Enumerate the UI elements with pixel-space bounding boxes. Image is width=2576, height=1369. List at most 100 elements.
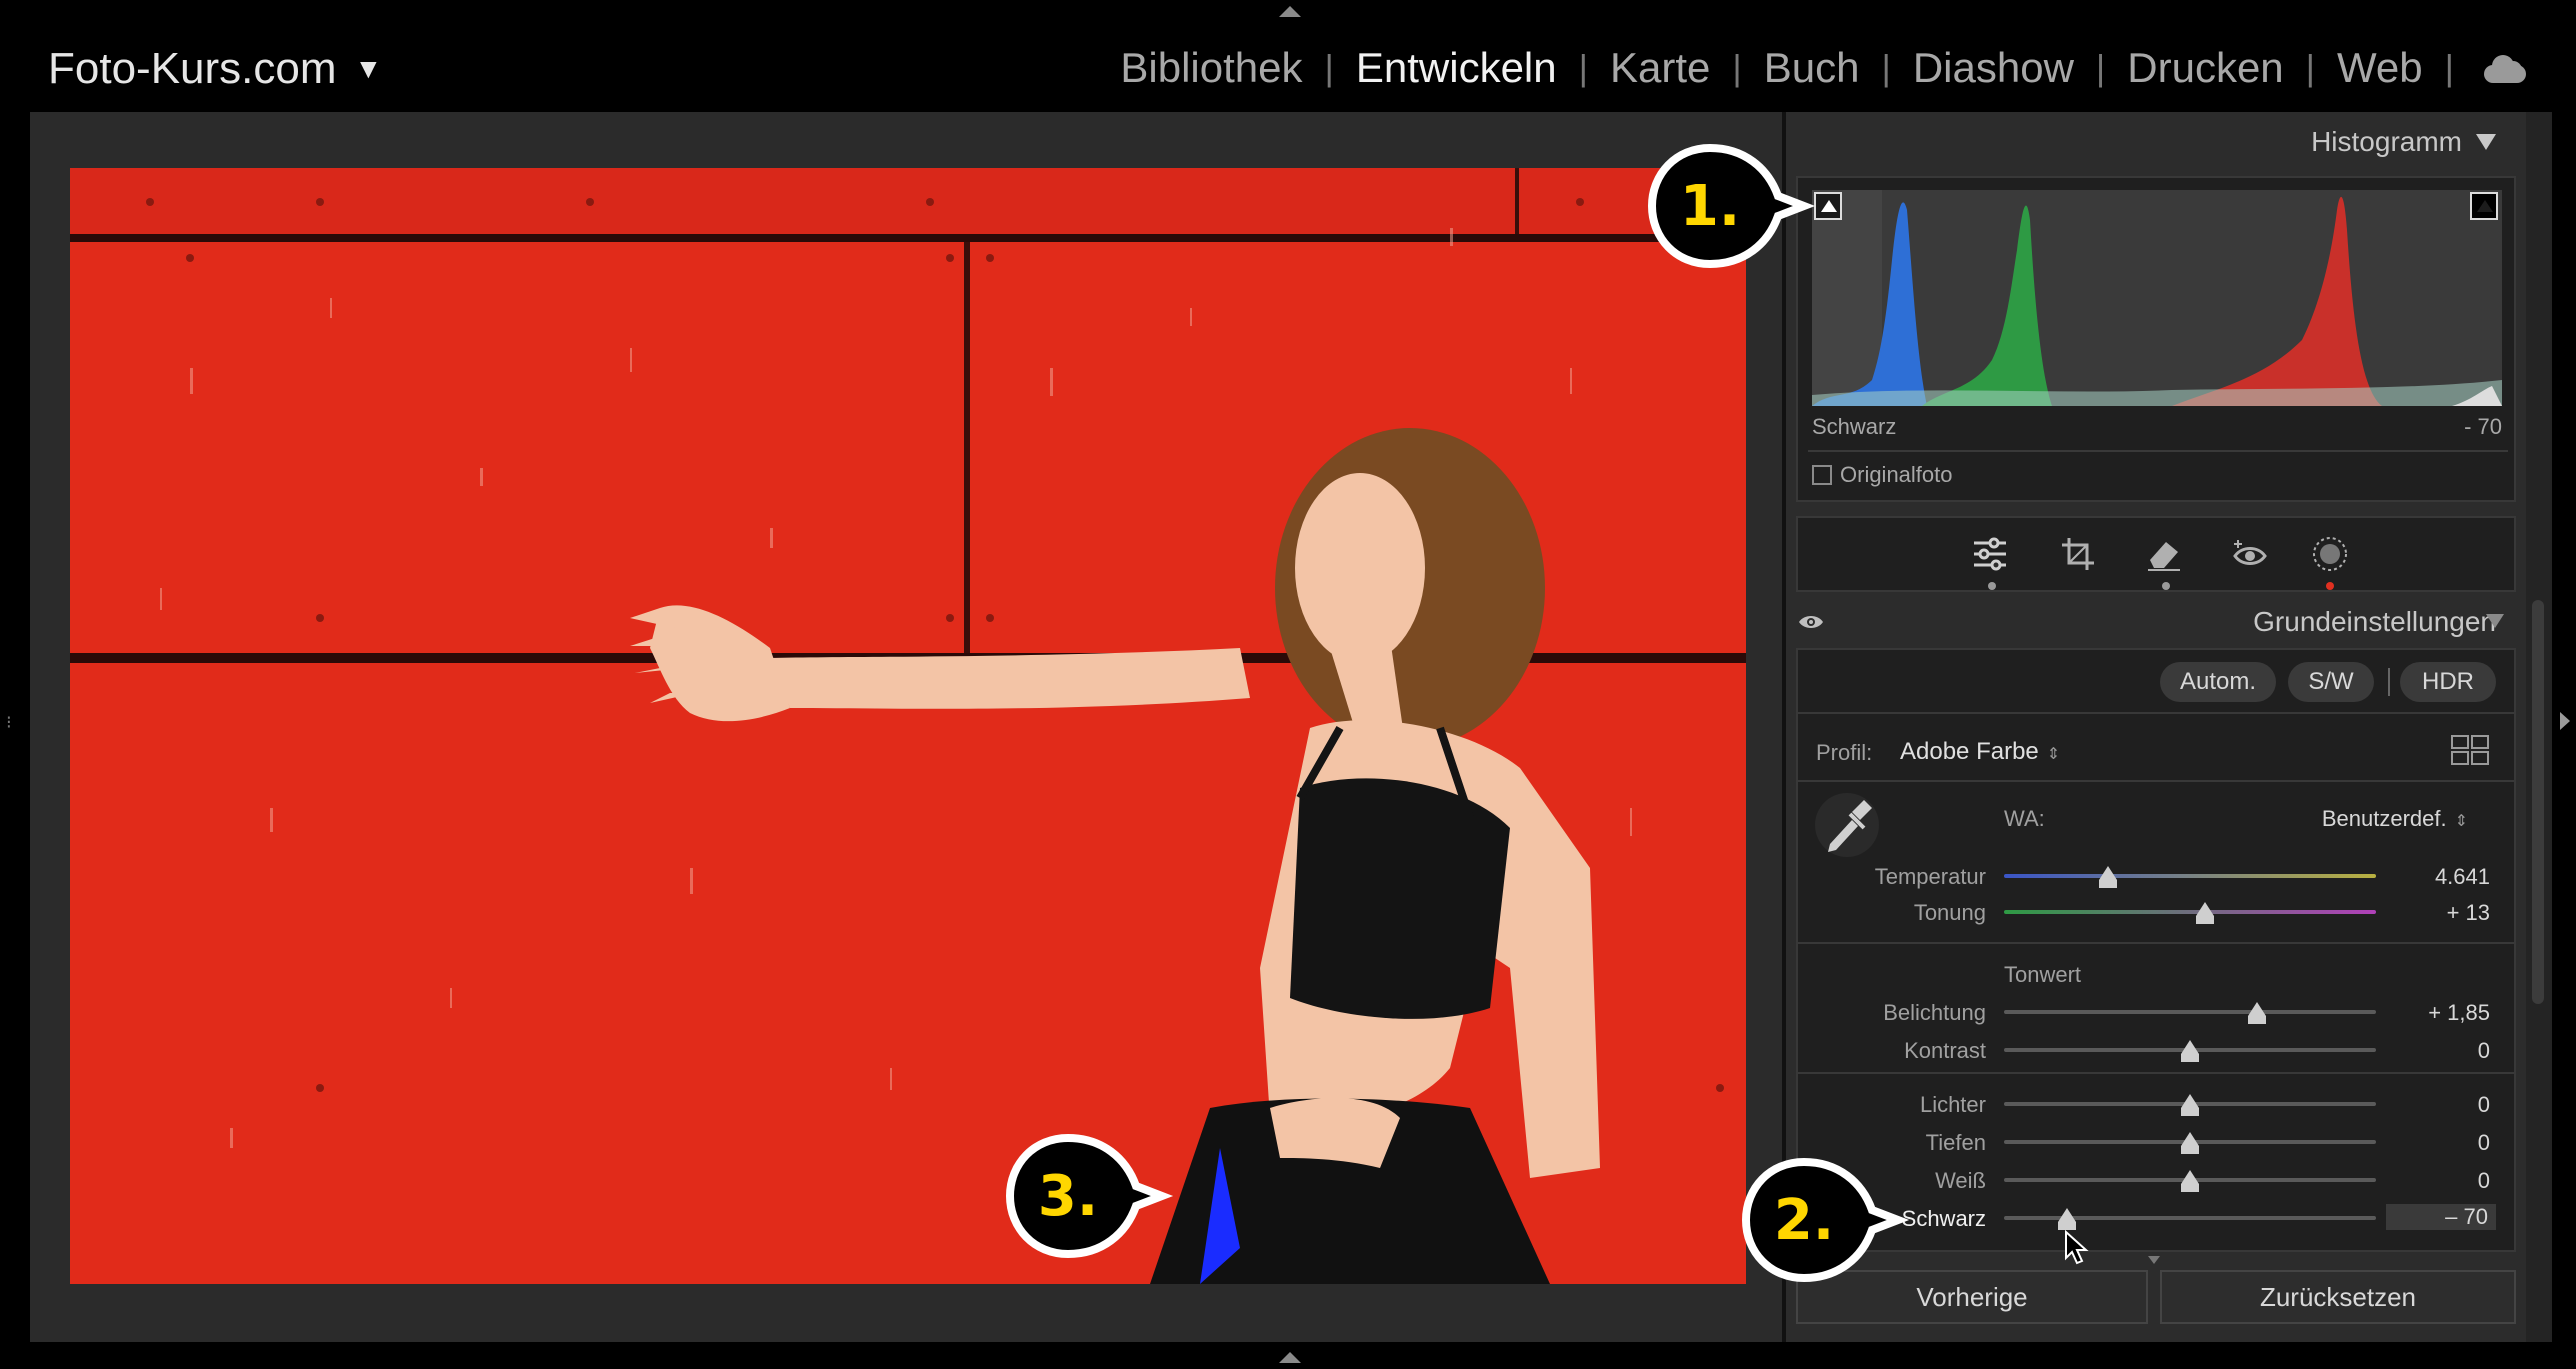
auto-button[interactable]: Autom. bbox=[2160, 662, 2276, 702]
histogram-readout-label: Schwarz bbox=[1812, 414, 1897, 439]
cloud-icon[interactable] bbox=[2480, 53, 2528, 83]
module-separator: | bbox=[2444, 47, 2454, 88]
temperature-value[interactable]: 4.641 bbox=[2380, 864, 2490, 890]
checkbox-icon[interactable] bbox=[1812, 465, 1832, 485]
callout-2: 2. bbox=[1740, 1156, 1910, 1284]
collapse-bottom-panel-arrow-icon[interactable] bbox=[1279, 1352, 1301, 1363]
divider bbox=[2388, 668, 2390, 696]
tint-slider-track[interactable] bbox=[2004, 910, 2376, 914]
profile-value: Adobe Farbe bbox=[1900, 738, 2039, 765]
mouse-cursor-icon bbox=[2065, 1230, 2089, 1265]
select-arrows-icon: ⇕ bbox=[2046, 746, 2061, 763]
reset-button[interactable]: Zurücksetzen bbox=[2160, 1270, 2516, 1324]
mask-active-dot bbox=[2326, 582, 2334, 590]
hdr-button[interactable]: HDR bbox=[2400, 662, 2496, 702]
profile-browser-grid-icon[interactable] bbox=[2450, 734, 2490, 766]
tint-slider-thumb[interactable] bbox=[2195, 902, 2214, 924]
masking-icon[interactable] bbox=[2306, 530, 2354, 578]
photo-preview[interactable] bbox=[70, 168, 1746, 1284]
shadows-value[interactable]: 0 bbox=[2380, 1130, 2490, 1156]
divider bbox=[1796, 1072, 2516, 1074]
callout-1-number: 1. bbox=[1679, 173, 1741, 239]
module-picker: Bibliothek | Entwickeln | Karte | Buch |… bbox=[1098, 44, 2528, 92]
histogram-graph[interactable] bbox=[1812, 190, 2502, 406]
shadows-slider-thumb[interactable] bbox=[2181, 1132, 2199, 1154]
module-buch[interactable]: Buch bbox=[1742, 44, 1882, 92]
tool-indicator-dot bbox=[1988, 582, 1996, 590]
temperature-slider-thumb[interactable] bbox=[2099, 866, 2118, 888]
module-karte[interactable]: Karte bbox=[1588, 44, 1732, 92]
panel-end-marker-icon bbox=[2148, 1256, 2160, 1264]
exposure-label: Belichtung bbox=[1883, 1000, 1986, 1025]
module-separator: | bbox=[2305, 47, 2316, 88]
white-balance-select[interactable]: Benutzerdef. ⇕ bbox=[2322, 806, 2468, 832]
original-photo-label: Originalfoto bbox=[1840, 462, 1953, 487]
exposure-value[interactable]: + 1,85 bbox=[2380, 1000, 2490, 1026]
catalog-dropdown-icon[interactable]: ▼ bbox=[355, 53, 383, 85]
profile-label: Profil: bbox=[1816, 740, 1873, 765]
white-balance-label: WA: bbox=[2004, 806, 2045, 831]
module-bibliothek[interactable]: Bibliothek bbox=[1098, 44, 1324, 92]
tool-indicator-dot bbox=[2162, 582, 2170, 590]
histogram-panel-header[interactable]: Histogramm bbox=[1786, 126, 2526, 166]
eraser-icon[interactable] bbox=[2140, 530, 2188, 578]
select-arrows-icon: ⇕ bbox=[2454, 813, 2468, 830]
module-separator: | bbox=[1881, 47, 1891, 88]
module-separator: | bbox=[1732, 47, 1742, 88]
white-balance-eyedropper-icon[interactable] bbox=[1812, 790, 1882, 860]
module-entwickeln[interactable]: Entwickeln bbox=[1334, 44, 1579, 92]
white-balance-value: Benutzerdef. bbox=[2321, 806, 2447, 831]
edit-sliders-icon[interactable] bbox=[1966, 530, 2014, 578]
contrast-label: Kontrast bbox=[1904, 1038, 1986, 1063]
scrollbar-thumb[interactable] bbox=[2532, 600, 2544, 1004]
visibility-eye-icon[interactable] bbox=[1798, 614, 1824, 630]
basic-panel-title: Grundeinstellungen bbox=[2253, 606, 2496, 637]
temperature-label: Temperatur bbox=[1874, 864, 1986, 889]
contrast-slider-thumb[interactable] bbox=[2181, 1040, 2199, 1062]
highlight-clipping-toggle-icon[interactable] bbox=[2470, 192, 2498, 220]
histogram-readout-value: - 70 bbox=[2464, 414, 2502, 439]
crop-icon[interactable] bbox=[2054, 530, 2102, 578]
catalog-identity-plate[interactable]: Foto-Kurs.com ▼ bbox=[48, 44, 382, 94]
highlights-label: Lichter bbox=[1919, 1092, 1986, 1117]
blacks-value[interactable]: – 70 bbox=[2386, 1204, 2496, 1230]
shadows-label: Tiefen bbox=[1925, 1130, 1986, 1155]
blacks-slider-thumb[interactable] bbox=[2058, 1208, 2077, 1230]
module-separator: | bbox=[1578, 47, 1588, 88]
catalog-name: Foto-Kurs.com bbox=[48, 44, 337, 93]
highlights-slider-thumb[interactable] bbox=[2181, 1094, 2199, 1116]
module-separator: | bbox=[1324, 47, 1334, 88]
tint-label: Tonung bbox=[1913, 900, 1986, 925]
photo-illustration bbox=[70, 168, 1746, 1284]
exposure-slider-track[interactable] bbox=[2004, 1010, 2376, 1014]
original-photo-checkbox[interactable]: Originalfoto bbox=[1812, 462, 1953, 488]
callout-1: 1. bbox=[1646, 142, 1816, 270]
panel-collapse-icon[interactable] bbox=[2486, 614, 2504, 628]
highlights-value[interactable]: 0 bbox=[2380, 1092, 2490, 1118]
histogram-title: Histogramm bbox=[2311, 126, 2462, 157]
exposure-slider-thumb[interactable] bbox=[2247, 1002, 2266, 1024]
profile-select[interactable]: Adobe Farbe ⇕ bbox=[1900, 738, 2060, 766]
red-eye-icon[interactable] bbox=[2226, 530, 2274, 578]
right-panel-scrollbar[interactable] bbox=[2526, 112, 2552, 1342]
module-web[interactable]: Web bbox=[2315, 44, 2445, 92]
collapse-top-panel-arrow-icon[interactable] bbox=[1279, 6, 1301, 17]
black-white-button[interactable]: S/W bbox=[2288, 662, 2374, 702]
divider bbox=[1808, 450, 2508, 452]
callout-2-number: 2. bbox=[1773, 1187, 1835, 1253]
tone-section-label: Tonwert bbox=[2004, 962, 2082, 987]
left-panel-toggle-icon[interactable]: ⁝ bbox=[6, 712, 12, 733]
shadow-clipping-toggle-icon[interactable] bbox=[1814, 192, 1842, 220]
module-diashow[interactable]: Diashow bbox=[1891, 44, 2096, 92]
right-panel-toggle-icon[interactable] bbox=[2560, 712, 2570, 730]
tint-value[interactable]: + 13 bbox=[2380, 900, 2490, 926]
whites-slider-thumb[interactable] bbox=[2181, 1170, 2199, 1192]
whites-value[interactable]: 0 bbox=[2380, 1168, 2490, 1194]
module-separator: | bbox=[2095, 47, 2106, 88]
module-drucken[interactable]: Drucken bbox=[2105, 44, 2305, 92]
callout-3: 3. bbox=[1004, 1132, 1174, 1260]
panel-collapse-icon[interactable] bbox=[2476, 134, 2496, 150]
temperature-slider-track[interactable] bbox=[2004, 874, 2376, 878]
contrast-value[interactable]: 0 bbox=[2380, 1038, 2490, 1064]
callout-3-number: 3. bbox=[1037, 1163, 1099, 1229]
